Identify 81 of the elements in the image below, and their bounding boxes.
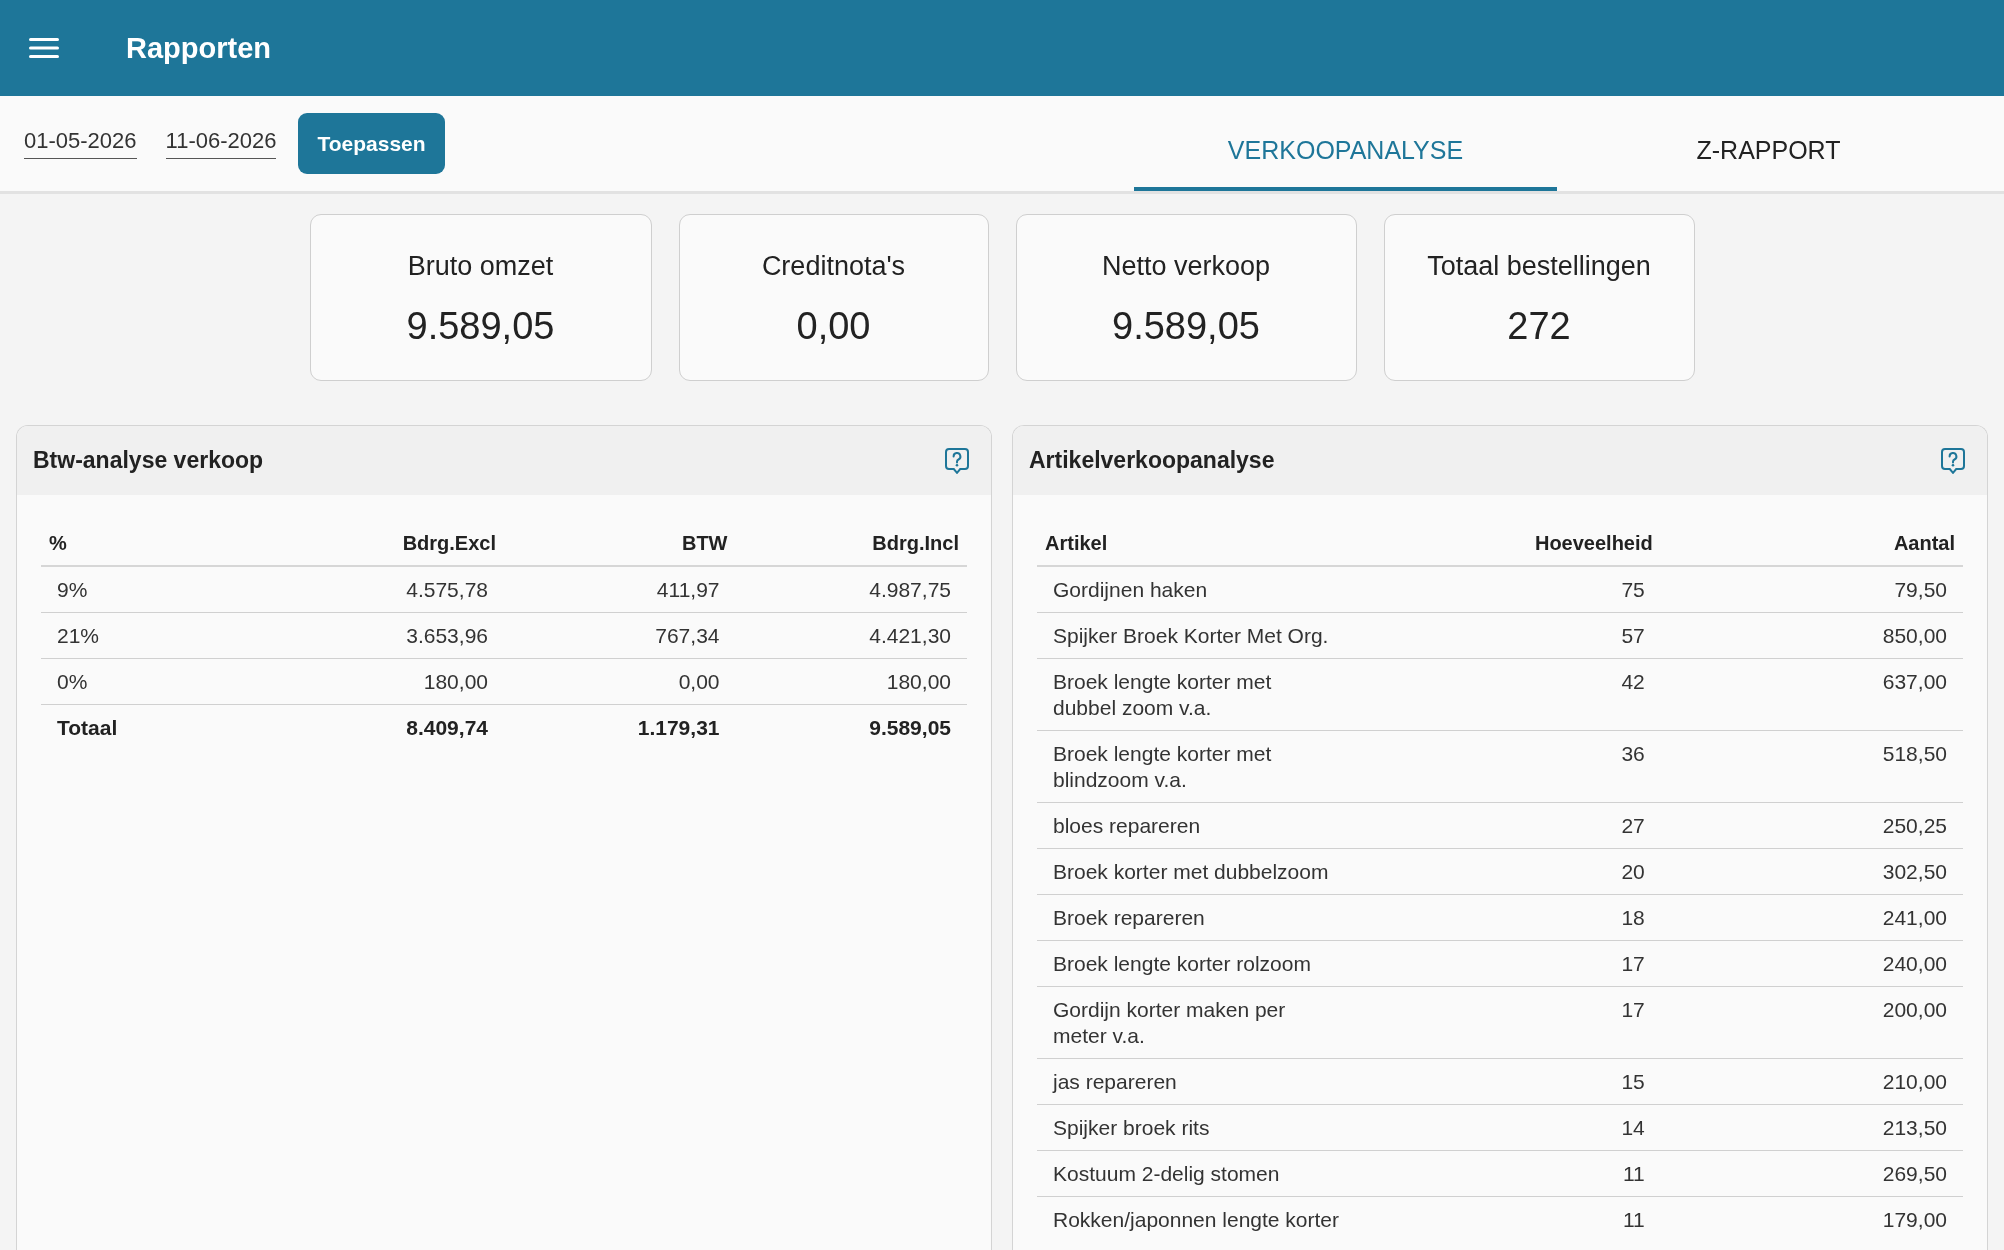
table-cell: 0% [41,658,273,705]
table-cell: 767,34 [504,612,736,659]
table-cell: Kostuum 2-delig stomen [1037,1150,1405,1197]
table-cell: 75 [1404,566,1661,613]
table-cell: 179,00 [1660,1196,1963,1242]
table-cell: 79,50 [1660,566,1963,613]
table-cell: 850,00 [1660,612,1963,659]
table-cell: Spijker Broek Korter Met Org. [1037,612,1405,659]
table-cell: 36 [1404,730,1661,803]
column-header: Hoeveelheid [1404,521,1661,566]
kpi-label: Bruto omzet [407,250,554,283]
table-cell: 17 [1404,940,1661,987]
column-header: % [41,521,273,566]
date-field[interactable]: 01-05-2026 [24,128,137,159]
table-cell: 4.575,78 [272,566,504,613]
table-cell: 20 [1404,848,1661,895]
table-cell: Broek repareren [1037,894,1405,941]
tab[interactable]: VERKOOPANALYSE [1134,114,1557,191]
table-cell: 11 [1404,1150,1661,1197]
panel-title: Btw-analyse verkoop [33,447,264,474]
table-cell: 4.987,75 [735,566,967,613]
table-cell: 8.409,74 [272,704,504,750]
page-title: Rapporten [126,31,271,66]
table-cell: 302,50 [1660,848,1963,895]
table-cell: Broek lengte korter rolzoom [1037,940,1405,987]
table-cell: 518,50 [1660,730,1963,803]
table-cell: 269,50 [1660,1150,1963,1197]
kpi-value: 9.589,05 [1112,304,1260,348]
date-field[interactable]: 11-06-2026 [165,128,277,159]
table-cell: 180,00 [735,658,967,705]
kpi-value: 272 [1507,304,1571,348]
table-cell: 17 [1404,986,1661,1059]
table-cell: 180,00 [272,658,504,705]
column-header: Artikel [1037,521,1405,566]
table-cell: 42 [1404,658,1661,731]
help-icon[interactable] [945,447,969,474]
table-cell: Spijker broek rits [1037,1104,1405,1151]
table-cell: Gordijn korter maken per meter v.a. [1037,986,1405,1059]
table-cell: 213,50 [1660,1104,1963,1151]
table-cell: 0,00 [504,658,736,705]
table-cell: Rokken/japonnen lengte korter [1037,1196,1405,1242]
kpi-value: 9.589,05 [406,304,555,348]
table-cell: 3.653,96 [272,612,504,659]
table-cell: Broek lengte korter met dubbel zoom v.a. [1037,658,1405,731]
apply-button[interactable]: Toepassen [298,113,445,174]
table-cell: 4.421,30 [735,612,967,659]
column-header: Bdrg.Excl [272,521,504,566]
table-cell: 18 [1404,894,1661,941]
table-cell: 11 [1404,1196,1661,1242]
kpi-value: 0,00 [796,304,871,348]
table-cell: 21% [41,612,273,659]
table-cell: 241,00 [1660,894,1963,941]
table-cell: 411,97 [504,566,736,613]
table-cell: 200,00 [1660,986,1963,1059]
table-cell: 27 [1404,802,1661,849]
table-cell: Broek lengte korter met blindzoom v.a. [1037,730,1405,803]
table-cell: 240,00 [1660,940,1963,987]
table-cell: Gordijnen haken [1037,566,1405,613]
table-cell: 637,00 [1660,658,1963,731]
table-cell: 15 [1404,1058,1661,1105]
table-cell: 250,25 [1660,802,1963,849]
table-cell: bloes repareren [1037,802,1405,849]
kpi-label: Creditnota's [761,250,906,283]
kpi-label: Totaal bestellingen [1427,250,1651,283]
column-header: Aantal [1660,521,1963,566]
table-cell: 9.589,05 [735,704,967,750]
help-icon[interactable] [1941,447,1965,474]
table-cell: Totaal [41,704,273,750]
table-cell: 57 [1404,612,1661,659]
table-cell: 9% [41,566,273,613]
column-header: Bdrg.Incl [735,521,967,566]
menu-icon[interactable] [29,38,59,58]
table-cell: 1.179,31 [504,704,736,750]
tab[interactable]: Z-RAPPORT [1557,114,1980,191]
table-cell: jas repareren [1037,1058,1405,1105]
kpi-label: Netto verkoop [1101,250,1271,283]
panel-title: Artikelverkoopanalyse [1029,447,1275,474]
column-header: BTW [504,521,736,566]
table-cell: 14 [1404,1104,1661,1151]
table-cell: 210,00 [1660,1058,1963,1105]
table-cell: Broek korter met dubbelzoom [1037,848,1405,895]
